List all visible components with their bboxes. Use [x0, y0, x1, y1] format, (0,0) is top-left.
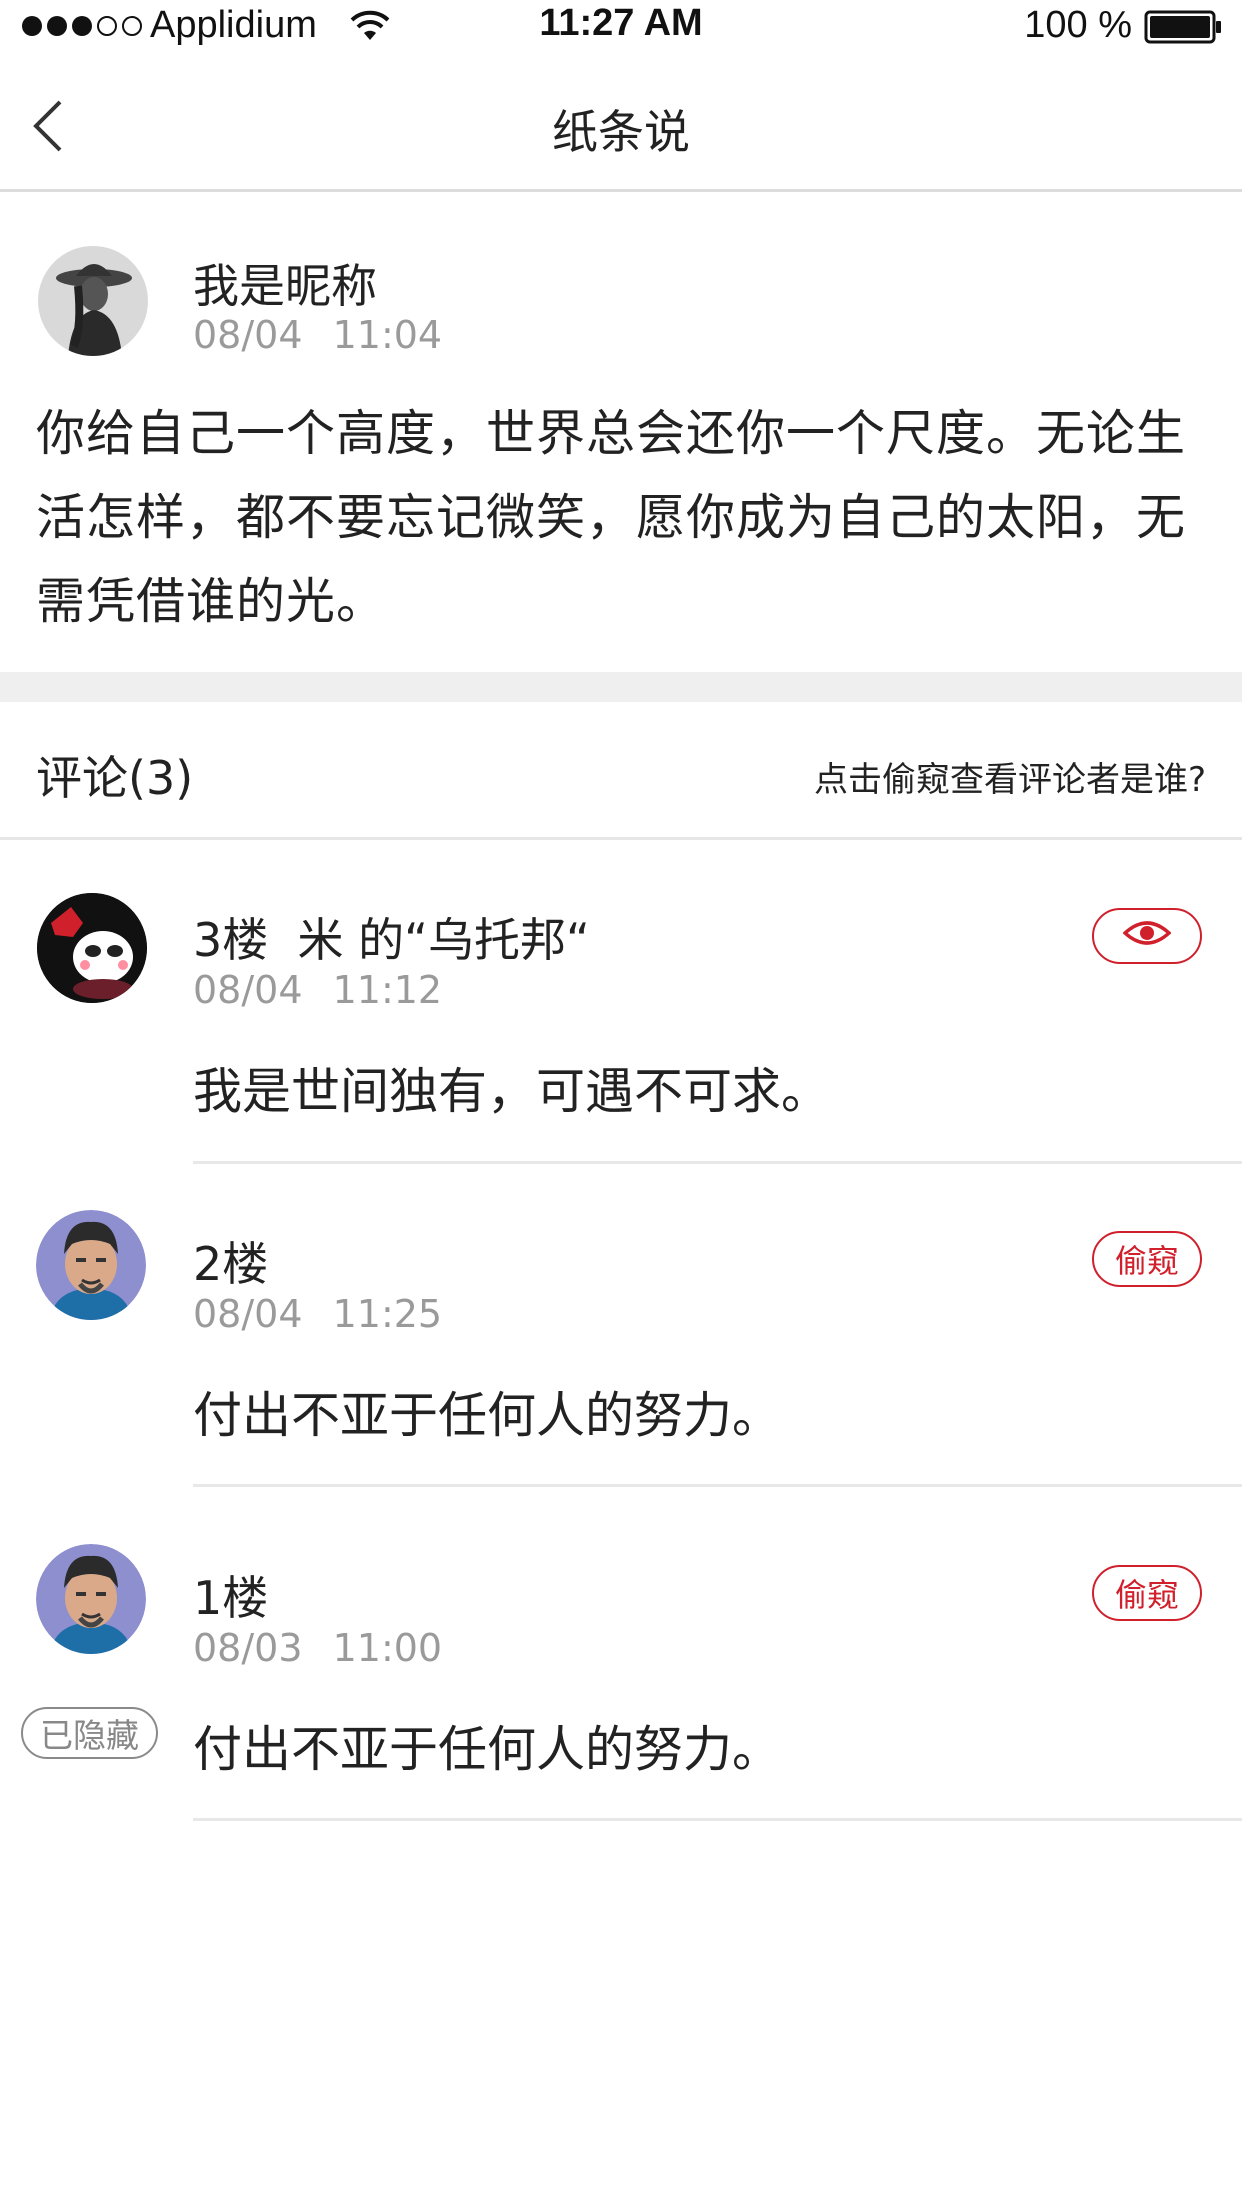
author-avatar[interactable] [38, 246, 148, 356]
commenter-name: 2楼 [193, 1237, 269, 1291]
battery-icon [1144, 10, 1224, 44]
comment-count: 评论(3) [36, 751, 194, 805]
comment-text: 付出不亚于任何人的努力。 [193, 1387, 782, 1444]
comment-divider [193, 1818, 1242, 1821]
page-title: 纸条说 [552, 105, 690, 159]
battery-percent: 100 % [1024, 4, 1132, 46]
peek-button[interactable] [1092, 908, 1202, 964]
commenter-avatar[interactable] [36, 1210, 146, 1320]
hidden-badge: 已隐藏 [21, 1707, 158, 1759]
comment-time: 08/03 11:00 [193, 1626, 443, 1670]
comment-text: 我是世间独有，可遇不可求。 [193, 1063, 831, 1120]
post-content: 你给自己一个高度，世界总会还你一个尺度。无论生活怎样，都不要忘记微笑，愿你成为自… [36, 405, 1187, 630]
peek-hint: 点击偷窥查看评论者是谁? [813, 760, 1206, 800]
comment-time: 08/04 11:12 [193, 968, 443, 1012]
peek-button[interactable]: 偷窥 [1092, 1231, 1202, 1287]
comments-header: 评论(3) 点击偷窥查看评论者是谁? [0, 702, 1242, 840]
commenter-name: 1楼 [193, 1571, 269, 1625]
comment-time: 08/04 11:25 [193, 1292, 443, 1336]
status-bar: Applidium 11:27 AM 100 % [0, 0, 1242, 58]
commenter-avatar[interactable] [36, 1544, 146, 1654]
commenter-avatar[interactable] [37, 893, 147, 1003]
eye-icon [1122, 917, 1172, 955]
comment-divider [193, 1161, 1242, 1164]
author-name[interactable]: 我是昵称 [193, 250, 377, 316]
comment-divider [193, 1484, 1242, 1487]
peek-button[interactable]: 偷窥 [1092, 1565, 1202, 1621]
section-divider [0, 672, 1242, 702]
commenter-name: 3楼 米 的“乌托邦“ [193, 913, 590, 967]
comment-text: 付出不亚于任何人的努力。 [193, 1721, 782, 1778]
navigation-bar: 纸条说 [0, 58, 1242, 192]
post-time: 08/04 11:04 [193, 313, 443, 357]
